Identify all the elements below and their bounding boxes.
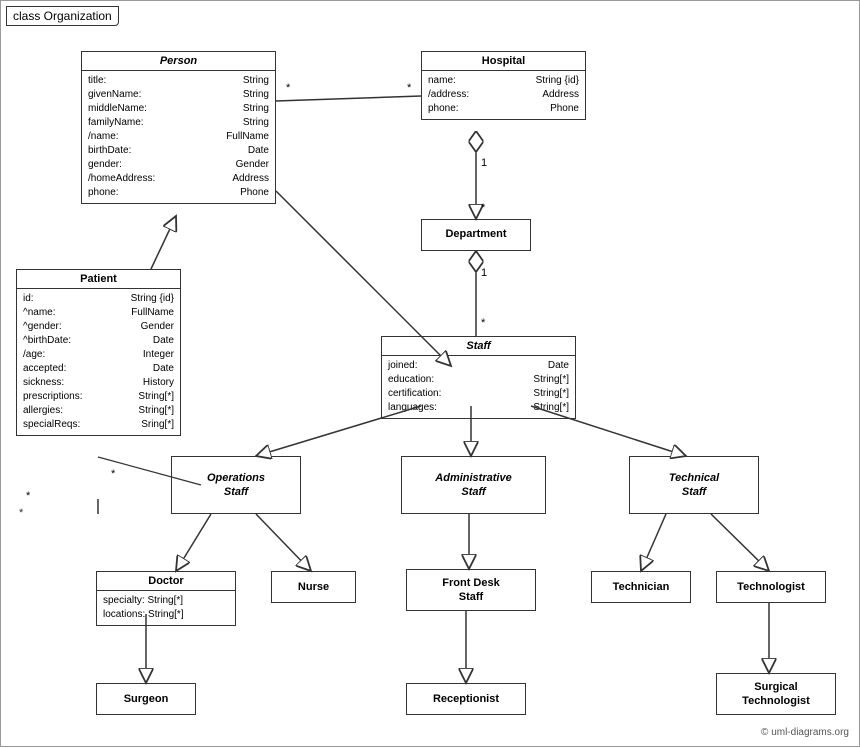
technical-staff-box: TechnicalStaff [629, 456, 759, 514]
doctor-title: Doctor [97, 572, 235, 591]
staff-box: Staff joined:Date education:String[*] ce… [381, 336, 576, 419]
technologist-box: Technologist [716, 571, 826, 603]
operations-staff-title: OperationsStaff [207, 471, 265, 500]
svg-text:*: * [407, 82, 412, 94]
department-title: Department [422, 220, 530, 248]
diagram-canvas: class Organization Person title:String g… [0, 0, 860, 747]
front-desk-box: Front DeskStaff [406, 569, 536, 611]
receptionist-title: Receptionist [407, 690, 525, 708]
receptionist-box: Receptionist [406, 683, 526, 715]
patient-attrs: id:String {id} ^name:FullName ^gender:Ge… [17, 289, 180, 435]
svg-text:*: * [19, 507, 24, 519]
staff-attrs: joined:Date education:String[*] certific… [382, 356, 575, 418]
svg-text:*: * [286, 82, 291, 94]
surgical-tech-box: SurgicalTechnologist [716, 673, 836, 715]
hospital-box: Hospital name:String {id} /address:Addre… [421, 51, 586, 120]
svg-text:*: * [481, 317, 486, 329]
operations-staff-box: OperationsStaff [171, 456, 301, 514]
nurse-box: Nurse [271, 571, 356, 603]
doctor-attrs: specialty: String[*] locations: String[*… [97, 591, 235, 625]
hospital-title: Hospital [422, 52, 585, 71]
technologist-title: Technologist [717, 578, 825, 596]
admin-staff-title: AdministrativeStaff [435, 471, 511, 500]
surgeon-box: Surgeon [96, 683, 196, 715]
department-box: Department [421, 219, 531, 251]
person-title: Person [82, 52, 275, 71]
nurse-title: Nurse [272, 578, 355, 596]
svg-text:*: * [481, 202, 486, 214]
staff-title: Staff [382, 337, 575, 356]
surgical-tech-title: SurgicalTechnologist [742, 680, 810, 709]
patient-box: Patient id:String {id} ^name:FullName ^g… [16, 269, 181, 436]
hospital-attrs: name:String {id} /address:Address phone:… [422, 71, 585, 119]
svg-text:1: 1 [481, 267, 487, 279]
copyright: © uml-diagrams.org [761, 727, 849, 738]
person-box: Person title:String givenName:String mid… [81, 51, 276, 204]
patient-title: Patient [17, 270, 180, 289]
doctor-box: Doctor specialty: String[*] locations: S… [96, 571, 236, 626]
svg-text:1: 1 [481, 157, 487, 169]
svg-text:*: * [111, 468, 116, 480]
diagram-title: class Organization [6, 6, 119, 26]
front-desk-title: Front DeskStaff [442, 576, 499, 605]
surgeon-title: Surgeon [97, 690, 195, 708]
technical-staff-title: TechnicalStaff [669, 471, 719, 500]
person-attrs: title:String givenName:String middleName… [82, 71, 275, 203]
svg-text:*: * [26, 490, 31, 502]
admin-staff-box: AdministrativeStaff [401, 456, 546, 514]
technician-title: Technician [592, 578, 690, 596]
technician-box: Technician [591, 571, 691, 603]
